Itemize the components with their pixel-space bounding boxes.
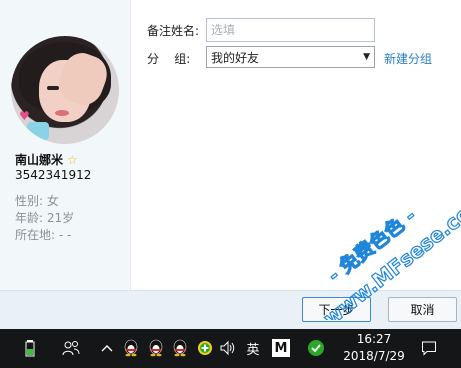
remark-input[interactable] [206, 18, 375, 42]
ime-indicator[interactable]: 英 [244, 339, 262, 358]
group-select-value: 我的好友 [211, 50, 260, 65]
star-icon: ☆ [67, 152, 78, 167]
clock-time: 16:27 [356, 332, 392, 346]
profile-panel: ♥ 南山娜米 ☆ 3542341912 性别: 女 年龄: 21岁 所在地: -… [0, 0, 131, 290]
nickname: 南山娜米 [15, 153, 64, 167]
system-clock[interactable]: 16:27 2018/7/29 [338, 331, 410, 365]
remark-label: 备注姓名: [147, 24, 200, 38]
new-group-link[interactable]: 新建分组 [384, 50, 432, 67]
battery-icon[interactable] [22, 339, 38, 357]
chevron-up-icon[interactable] [100, 339, 114, 357]
age-info: 年龄: 21岁 [15, 211, 75, 225]
people-icon[interactable] [62, 339, 80, 357]
qq-penguin-icon[interactable] [147, 339, 165, 357]
clock-date: 2018/7/29 [343, 349, 405, 363]
qq-penguin-icon[interactable] [122, 339, 140, 357]
nickname-row: 南山娜米 ☆ [15, 151, 78, 168]
m-app-icon[interactable]: M [272, 339, 290, 357]
add-friend-dialog: ♥ 南山娜米 ☆ 3542341912 性别: 女 年龄: 21岁 所在地: -… [0, 0, 461, 329]
chevron-down-icon: ▼ [363, 52, 370, 62]
speaker-icon[interactable] [219, 339, 237, 357]
wechat-icon[interactable] [306, 339, 326, 357]
qq-penguin-icon[interactable] [171, 339, 189, 357]
location-info: 所在地: - - [15, 228, 72, 242]
next-button[interactable]: 下一步 [302, 297, 371, 322]
group-select[interactable]: 我的好友 ▼ [206, 46, 375, 68]
notification-icon[interactable] [419, 339, 439, 357]
gender-info: 性别: 女 [15, 194, 59, 208]
cancel-button[interactable]: 取消 [388, 297, 457, 322]
group-label: 分 组: [147, 52, 191, 66]
green-plus-icon[interactable] [196, 339, 214, 357]
avatar: ♥ [11, 36, 119, 144]
qq-number: 3542341912 [15, 168, 92, 182]
